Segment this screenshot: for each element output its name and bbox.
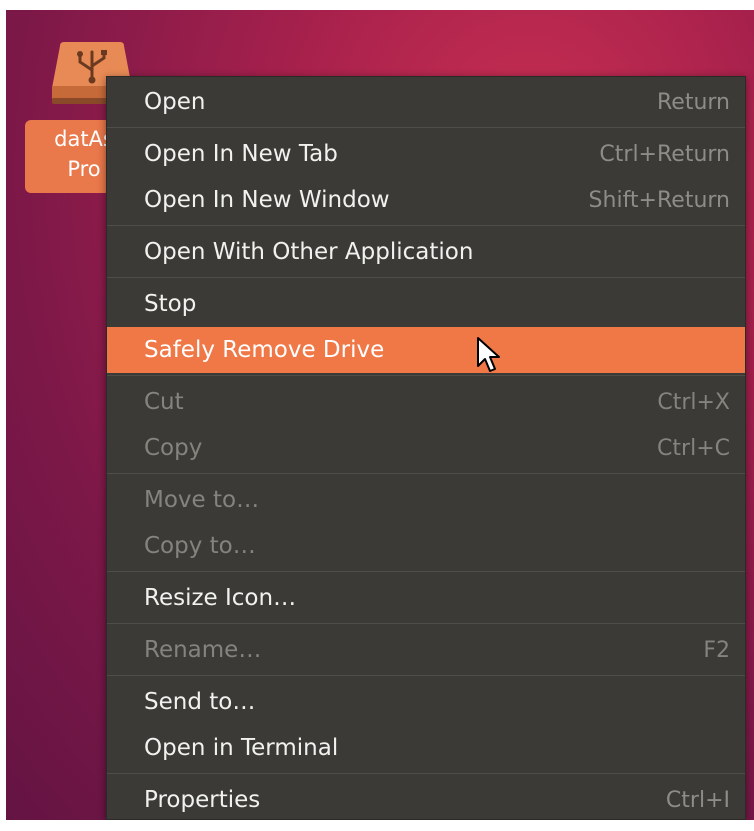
- menu-item-open-in-terminal[interactable]: Open in Terminal: [107, 725, 745, 771]
- menu-item-cut: Cut Ctrl+X: [107, 379, 745, 425]
- menu-item-move-to: Move to…: [107, 477, 745, 523]
- menu-item-label: Move to…: [144, 487, 260, 513]
- menu-item-shortcut: Shift+Return: [588, 187, 730, 213]
- menu-item-shortcut: Ctrl+X: [657, 389, 730, 415]
- context-menu: Open Return Open In New Tab Ctrl+Return …: [106, 76, 746, 820]
- menu-item-label: Rename…: [144, 637, 262, 663]
- menu-item-label: Stop: [144, 291, 197, 317]
- menu-item-resize-icon[interactable]: Resize Icon…: [107, 575, 745, 621]
- menu-separator: [107, 675, 745, 676]
- menu-item-label: Copy: [144, 435, 203, 461]
- menu-separator: [107, 225, 745, 226]
- menu-item-label: Open in Terminal: [144, 735, 339, 761]
- menu-item-label: Open With Other Application: [144, 239, 474, 265]
- menu-item-copy: Copy Ctrl+C: [107, 425, 745, 471]
- menu-item-label: Open: [144, 89, 206, 115]
- menu-separator: [107, 571, 745, 572]
- desktop-background: datAs Pro Open Return Open In New Tab Ct…: [6, 10, 754, 820]
- menu-item-label: Send to…: [144, 689, 256, 715]
- mouse-pointer-icon: [476, 336, 500, 374]
- menu-item-shortcut: F2: [703, 637, 730, 663]
- menu-separator: [107, 127, 745, 128]
- menu-item-shortcut: Return: [656, 89, 730, 115]
- menu-item-shortcut: Ctrl+Return: [599, 141, 730, 167]
- menu-item-stop[interactable]: Stop: [107, 281, 745, 327]
- menu-item-label: Open In New Tab: [144, 141, 338, 167]
- menu-item-label: Open In New Window: [144, 187, 390, 213]
- menu-item-send-to[interactable]: Send to…: [107, 679, 745, 725]
- menu-separator: [107, 473, 745, 474]
- menu-item-copy-to: Copy to…: [107, 523, 745, 569]
- menu-item-label: Safely Remove Drive: [144, 337, 385, 363]
- menu-separator: [107, 277, 745, 278]
- menu-item-safely-remove-drive[interactable]: Safely Remove Drive: [107, 327, 745, 373]
- menu-item-properties[interactable]: Properties Ctrl+I: [107, 777, 745, 820]
- menu-item-label: Resize Icon…: [144, 585, 297, 611]
- menu-item-rename: Rename… F2: [107, 627, 745, 673]
- menu-item-open[interactable]: Open Return: [107, 79, 745, 125]
- menu-item-open-in-new-tab[interactable]: Open In New Tab Ctrl+Return: [107, 131, 745, 177]
- menu-separator: [107, 773, 745, 774]
- menu-separator: [107, 375, 745, 376]
- menu-item-open-in-new-window[interactable]: Open In New Window Shift+Return: [107, 177, 745, 223]
- menu-item-label: Copy to…: [144, 533, 256, 559]
- menu-item-open-with-other-application[interactable]: Open With Other Application: [107, 229, 745, 275]
- menu-separator: [107, 623, 745, 624]
- menu-item-label: Properties: [144, 787, 261, 813]
- menu-item-label: Cut: [144, 389, 184, 415]
- menu-item-shortcut: Ctrl+I: [665, 787, 730, 813]
- menu-item-shortcut: Ctrl+C: [657, 435, 730, 461]
